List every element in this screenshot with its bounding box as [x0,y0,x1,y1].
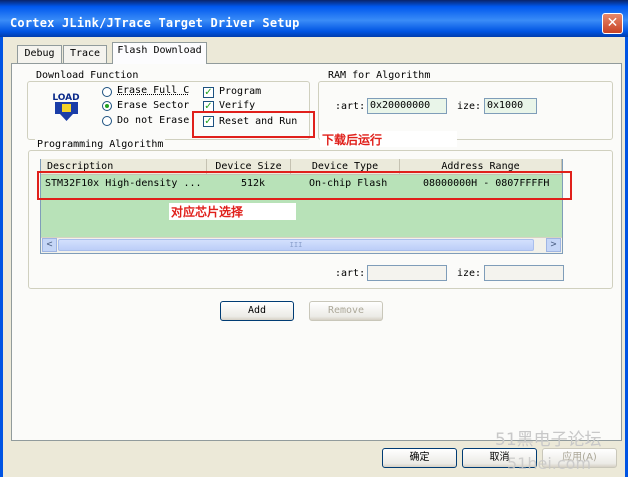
remove-button[interactable]: Remove [309,301,383,321]
reset-run-highlight [192,111,315,138]
ram-start-label: :art: [335,101,366,112]
do-not-erase-radio[interactable] [102,116,112,126]
do-not-erase-label: Do not Erase [117,115,190,126]
ram-size-input[interactable]: 0x1000 [484,98,537,114]
annotation-chip-select: 对应芯片选择 [169,203,296,220]
erase-full-chip-label: Erase Full C [117,85,190,96]
download-function-legend: Download Function [34,70,141,81]
programming-algorithm-legend: Programming Algorithm [35,139,166,150]
algo-start-input[interactable] [367,265,447,281]
add-button[interactable]: Add [220,301,294,321]
load-icon: LOAD [50,90,83,122]
tab-debug[interactable]: Debug [17,45,62,63]
ram-start-input[interactable]: 0x20000000 [367,98,447,114]
erase-sector-label: Erase Sector [117,100,190,111]
close-button[interactable]: ✕ [602,13,623,34]
tab-label: Debug [24,48,55,59]
algo-start-label: :art: [335,268,366,279]
program-checkbox[interactable]: ✓ [203,87,214,98]
erase-full-chip-radio[interactable] [102,87,112,97]
ram-legend: RAM for Algorithm [326,70,433,81]
program-label: Program [219,86,262,97]
tab-trace[interactable]: Trace [63,45,107,63]
ok-button[interactable]: 确定 [382,448,457,468]
svg-text:LOAD: LOAD [52,93,79,103]
verify-label: Verify [219,100,256,111]
scroll-thumb[interactable]: III [58,239,534,251]
ram-size-label: ize: [457,101,482,112]
algo-size-label: ize: [457,268,482,279]
scroll-right-icon[interactable]: > [546,238,561,252]
watermark-url: 51hei.com [507,454,592,473]
tab-label: Trace [69,48,101,59]
close-icon: ✕ [606,15,619,31]
annotation-reset-run: 下载后运行 [320,131,457,147]
tab-flash-download[interactable]: Flash Download [112,42,207,64]
erase-sector-radio[interactable] [102,101,112,111]
scroll-left-icon[interactable]: < [42,238,57,252]
window-title: Cortex JLink/JTrace Target Driver Setup [10,16,300,30]
algo-size-input[interactable] [484,265,564,281]
watermark-text: 51黑电子论坛 [495,430,602,450]
row-highlight [37,171,572,200]
tab-label: Flash Download [117,45,202,56]
